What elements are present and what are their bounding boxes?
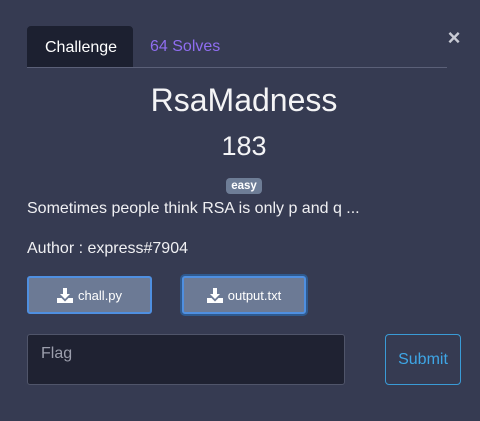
file-name: output.txt (227, 287, 282, 303)
file-name: chall.py (77, 287, 123, 303)
challenge-title: RsaMadness (150, 82, 338, 118)
challenge-modal: × Challenge 64 Solves RsaMadness 183 eas… (0, 0, 480, 421)
tab-solves-label: 64 Solves (150, 38, 221, 55)
close-icon: × (447, 25, 461, 50)
download-icon (206, 287, 223, 303)
tab-challenge-label: Challenge (45, 39, 118, 56)
flag-input[interactable] (27, 334, 345, 385)
challenge-points: 183 (221, 131, 267, 161)
close-button[interactable]: × (444, 26, 464, 50)
file-download-button-chall-py[interactable]: chall.py (27, 276, 152, 314)
submit-button[interactable]: Submit (385, 334, 461, 385)
difficulty-badge: easy (226, 178, 262, 194)
download-icon (56, 287, 73, 303)
challenge-author: Author : express#7904 (27, 240, 188, 257)
challenge-description: Sometimes people think RSA is only p and… (27, 200, 360, 217)
tab-challenge[interactable]: Challenge (27, 26, 133, 67)
file-download-button-output-txt[interactable]: output.txt (182, 276, 306, 314)
challenge-tabs: Challenge 64 Solves (27, 26, 447, 68)
tab-solves[interactable]: 64 Solves (133, 26, 237, 67)
